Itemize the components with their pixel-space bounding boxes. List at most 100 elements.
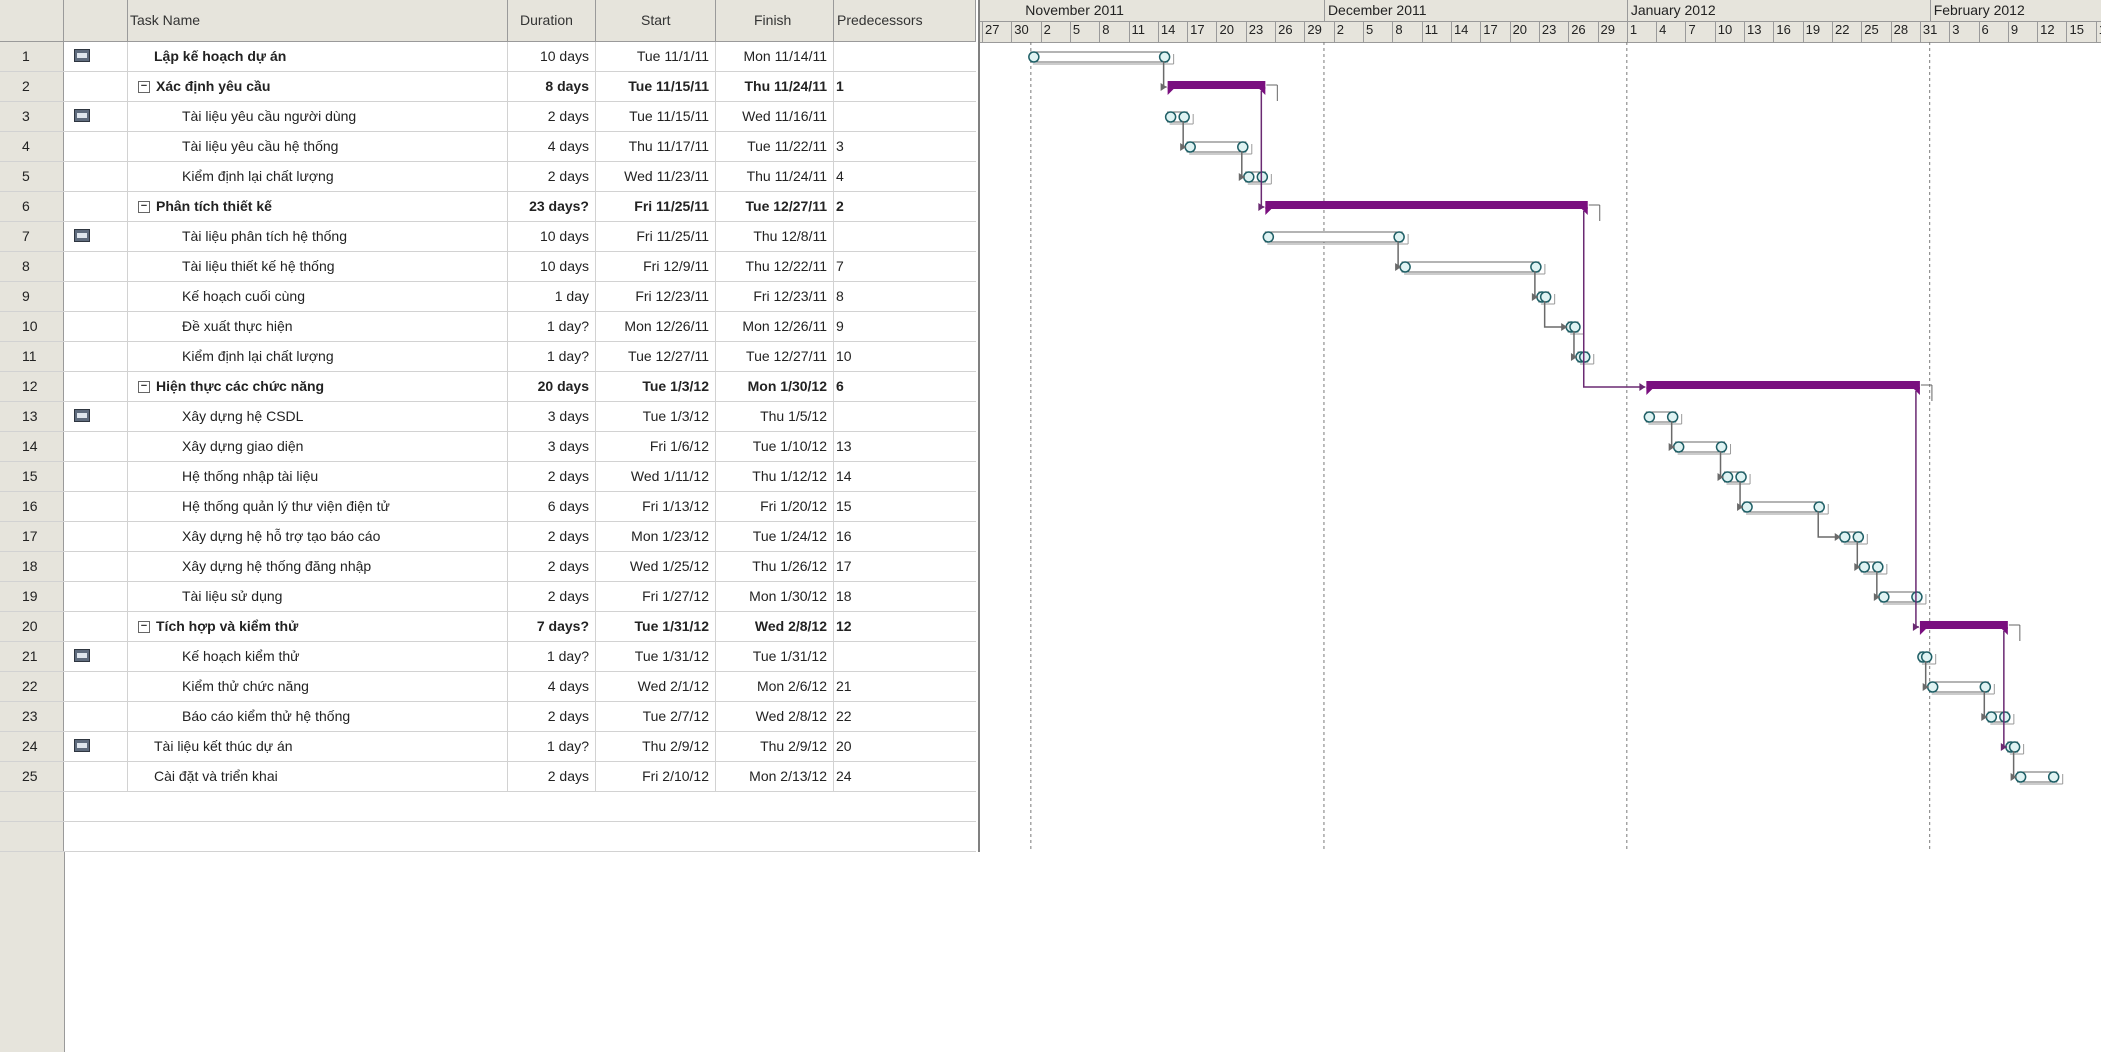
indicator-cell[interactable] xyxy=(64,732,128,761)
predecessors-cell[interactable] xyxy=(834,402,976,431)
task-row[interactable]: 11 Kiểm định lại chất lượng 1 day? Tue 12/2… xyxy=(0,342,976,372)
predecessors-cell[interactable] xyxy=(834,222,976,251)
task-name-cell[interactable]: Xây dựng hệ thống đăng nhập xyxy=(128,552,508,581)
task-row[interactable]: 15 Hệ thống nhập tài liệu 2 days Wed 1/11/1… xyxy=(0,462,976,492)
row-id-cell[interactable]: 19 xyxy=(0,582,64,611)
start-cell[interactable]: Fri 1/13/12 xyxy=(596,492,716,521)
task-name-cell[interactable]: Lập kế hoạch dự án xyxy=(128,42,508,71)
start-cell[interactable]: Fri 11/25/11 xyxy=(596,222,716,251)
duration-cell[interactable]: 2 days xyxy=(508,762,596,791)
finish-cell[interactable]: Thu 11/24/11 xyxy=(716,72,834,101)
notes-indicator-icon[interactable] xyxy=(74,49,90,62)
indicator-cell[interactable] xyxy=(64,252,128,281)
duration-cell[interactable]: 4 days xyxy=(508,132,596,161)
indicator-cell[interactable] xyxy=(64,42,128,71)
finish-cell[interactable]: Tue 11/22/11 xyxy=(716,132,834,161)
predecessors-cell[interactable]: 15 xyxy=(834,492,976,521)
duration-cell[interactable]: 10 days xyxy=(508,252,596,281)
duration-cell[interactable]: 2 days xyxy=(508,702,596,731)
task-name-cell[interactable]: Tài liệu kết thúc dự án xyxy=(128,732,508,761)
start-cell[interactable]: Tue 11/15/11 xyxy=(596,102,716,131)
row-id-cell[interactable]: 8 xyxy=(0,252,64,281)
duration-cell[interactable]: 10 days xyxy=(508,42,596,71)
gantt-chart[interactable]: 27 30 2 5 8 11 14 17 20 23 26 29 2 5 8 11 14 17 20 23 26 29 1 4… xyxy=(980,0,2101,852)
duration-cell[interactable]: 8 days xyxy=(508,72,596,101)
task-row[interactable]: 6− Phân tích thiết kế 23 days? Fri 11/25/11… xyxy=(0,192,976,222)
row-id-cell[interactable]: 4 xyxy=(0,132,64,161)
finish-cell[interactable]: Mon 1/30/12 xyxy=(716,372,834,401)
predecessors-cell[interactable] xyxy=(834,42,976,71)
task-row[interactable]: 10 Đề xuất thực hiện 1 day? Mon 12/26/11 Mon… xyxy=(0,312,976,342)
duration-cell[interactable]: 2 days xyxy=(508,552,596,581)
task-name-cell[interactable]: Xây dựng hệ CSDL xyxy=(128,402,508,431)
indicator-cell[interactable] xyxy=(64,102,128,131)
task-row[interactable]: 9 Kế hoạch cuối cùng 1 day Fri 12/23/11 Fri … xyxy=(0,282,976,312)
task-name-cell[interactable]: Cài đặt và triển khai xyxy=(128,762,508,791)
duration-cell[interactable]: 6 days xyxy=(508,492,596,521)
start-cell[interactable]: Tue 2/7/12 xyxy=(596,702,716,731)
row-id-cell[interactable]: 21 xyxy=(0,642,64,671)
indicator-cell[interactable] xyxy=(64,432,128,461)
start-cell[interactable]: Thu 2/9/12 xyxy=(596,732,716,761)
predecessors-cell[interactable]: 18 xyxy=(834,582,976,611)
duration-cell[interactable]: 20 days xyxy=(508,372,596,401)
predecessors-cell[interactable]: 17 xyxy=(834,552,976,581)
row-id-cell[interactable]: 2 xyxy=(0,72,64,101)
start-cell[interactable]: Tue 12/27/11 xyxy=(596,342,716,371)
task-name-cell[interactable]: Kiểm định lại chất lượng xyxy=(128,342,508,371)
predecessors-cell[interactable]: 22 xyxy=(834,702,976,731)
row-id-cell[interactable]: 6 xyxy=(0,192,64,221)
predecessors-cell[interactable]: 24 xyxy=(834,762,976,791)
indicator-cell[interactable] xyxy=(64,552,128,581)
predecessors-cell[interactable] xyxy=(834,642,976,671)
duration-cell[interactable]: 7 days? xyxy=(508,612,596,641)
row-id-cell[interactable]: 12 xyxy=(0,372,64,401)
row-id-cell[interactable]: 11 xyxy=(0,342,64,371)
task-name-cell[interactable]: − Phân tích thiết kế xyxy=(128,192,508,221)
task-row[interactable]: 17 Xây dựng hệ hỗ trợ tạo báo cáo 2 days Mo… xyxy=(0,522,976,552)
collapse-toggle-icon[interactable]: − xyxy=(138,381,150,394)
task-row[interactable]: 12− Hiện thực các chức năng 20 days Tue 1/3… xyxy=(0,372,976,402)
start-cell[interactable]: Wed 2/1/12 xyxy=(596,672,716,701)
row-id-cell[interactable]: 5 xyxy=(0,162,64,191)
task-row[interactable]: 8 Tài liệu thiết kế hệ thống 10 days Fri 12… xyxy=(0,252,976,282)
empty-row[interactable] xyxy=(0,792,976,822)
predecessors-column-header[interactable]: Predecessors xyxy=(834,0,976,42)
predecessors-cell[interactable]: 2 xyxy=(834,192,976,221)
empty-row[interactable] xyxy=(0,822,976,852)
predecessors-cell[interactable]: 12 xyxy=(834,612,976,641)
finish-cell[interactable]: Thu 1/26/12 xyxy=(716,552,834,581)
task-name-cell[interactable]: Hệ thống quản lý thư viện điện tử xyxy=(128,492,508,521)
indicator-cell[interactable] xyxy=(64,282,128,311)
task-name-cell[interactable]: Tài liệu yêu cầu hệ thống xyxy=(128,132,508,161)
indicator-cell[interactable] xyxy=(64,132,128,161)
finish-cell[interactable]: Fri 12/23/11 xyxy=(716,282,834,311)
task-row[interactable]: 23 Báo cáo kiểm thử hệ thống 2 days Tue 2/7… xyxy=(0,702,976,732)
collapse-toggle-icon[interactable]: − xyxy=(138,201,150,214)
row-id-cell[interactable]: 1 xyxy=(0,42,64,71)
row-id-cell[interactable]: 9 xyxy=(0,282,64,311)
duration-cell[interactable]: 3 days xyxy=(508,402,596,431)
task-name-cell[interactable]: − Xác định yêu cầu xyxy=(128,72,508,101)
task-name-cell[interactable]: Tài liệu sử dụng xyxy=(128,582,508,611)
indicator-cell[interactable] xyxy=(64,492,128,521)
duration-cell[interactable]: 2 days xyxy=(508,102,596,131)
task-row[interactable]: 2− Xác định yêu cầu 8 days Tue 11/15/11 Thu … xyxy=(0,72,976,102)
finish-cell[interactable]: Tue 1/24/12 xyxy=(716,522,834,551)
predecessors-cell[interactable]: 10 xyxy=(834,342,976,371)
notes-indicator-icon[interactable] xyxy=(74,739,90,752)
duration-column-header[interactable]: Duration xyxy=(508,0,596,42)
row-id-cell[interactable]: 16 xyxy=(0,492,64,521)
task-row[interactable]: 5 Kiểm định lại chất lượng 2 days Wed 11/23… xyxy=(0,162,976,192)
start-cell[interactable]: Tue 1/3/12 xyxy=(596,372,716,401)
indicator-cell[interactable] xyxy=(64,162,128,191)
start-cell[interactable]: Mon 1/23/12 xyxy=(596,522,716,551)
indicator-cell[interactable] xyxy=(64,402,128,431)
finish-cell[interactable]: Mon 1/30/12 xyxy=(716,582,834,611)
indicator-cell[interactable] xyxy=(64,642,128,671)
start-column-header[interactable]: Start xyxy=(596,0,716,42)
duration-cell[interactable]: 1 day xyxy=(508,282,596,311)
row-id-cell[interactable]: 24 xyxy=(0,732,64,761)
finish-cell[interactable]: Mon 11/14/11 xyxy=(716,42,834,71)
duration-cell[interactable]: 23 days? xyxy=(508,192,596,221)
